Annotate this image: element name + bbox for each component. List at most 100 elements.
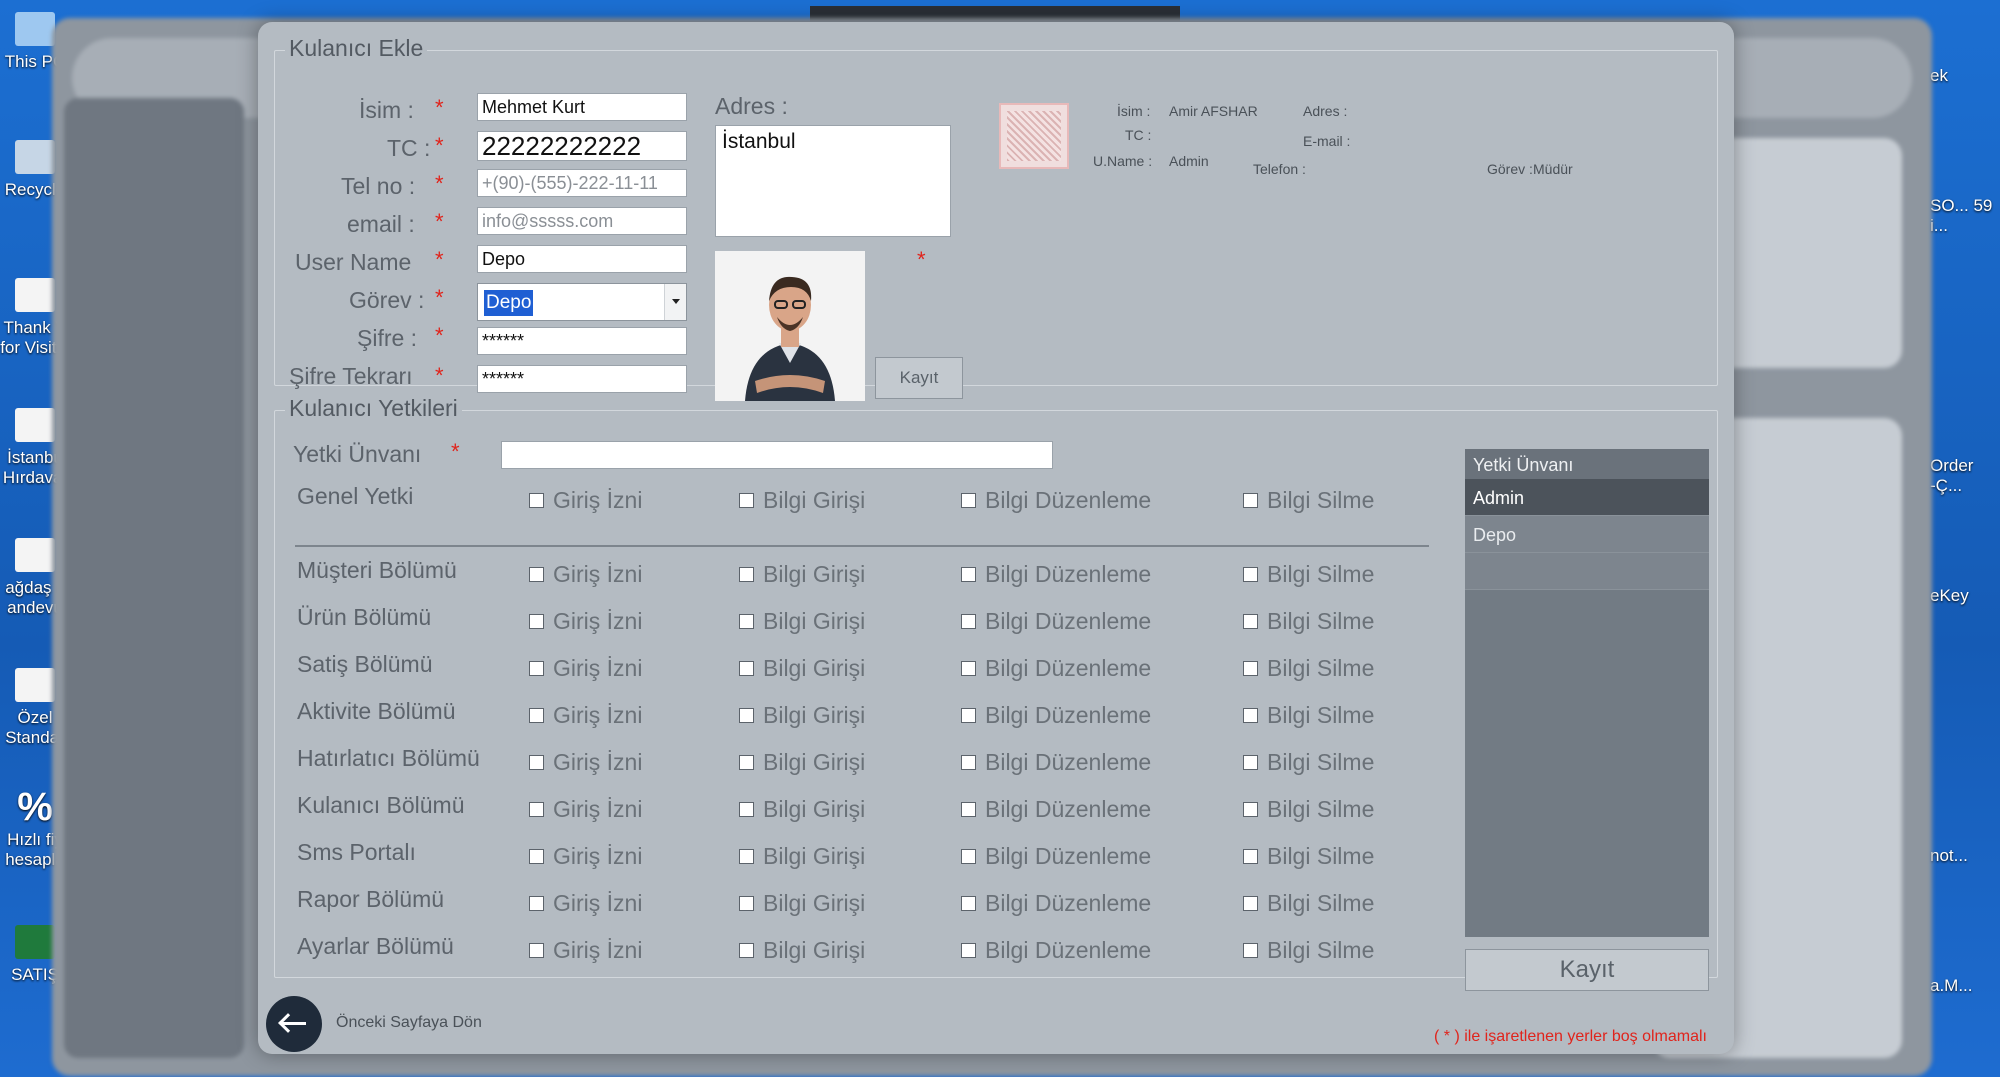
permission-checkbox-cell[interactable]: Bilgi Düzenleme: [961, 749, 1151, 776]
permission-checkbox-cell[interactable]: Bilgi Girişi: [739, 702, 865, 729]
user-photo[interactable]: [715, 251, 865, 401]
permission-checkbox-cell[interactable]: Giriş İzni: [529, 561, 642, 588]
checkbox[interactable]: [1243, 567, 1258, 582]
checkbox[interactable]: [529, 849, 544, 864]
checkbox[interactable]: [961, 708, 976, 723]
desktop-icon-right-3[interactable]: Order -Ç...: [1930, 456, 2000, 495]
checkbox[interactable]: [1243, 896, 1258, 911]
address-textarea[interactable]: İstanbul: [715, 125, 951, 237]
list-item-depo[interactable]: Depo: [1465, 516, 1709, 553]
permission-checkbox-cell[interactable]: Bilgi Düzenleme: [961, 843, 1151, 870]
permission-checkbox-cell[interactable]: Giriş İzni: [529, 749, 642, 776]
checkbox[interactable]: [739, 849, 754, 864]
tel-input[interactable]: +(90)-(555)-222-11-11: [477, 169, 687, 197]
permission-checkbox-cell[interactable]: Bilgi Düzenleme: [961, 561, 1151, 588]
username-input[interactable]: Depo: [477, 245, 687, 273]
general-bilgi-duzenleme[interactable]: Bilgi Düzenleme: [961, 487, 1151, 514]
checkbox[interactable]: [739, 567, 754, 582]
permission-checkbox-cell[interactable]: Giriş İzni: [529, 702, 642, 729]
permission-checkbox-cell[interactable]: Giriş İzni: [529, 655, 642, 682]
email-input[interactable]: info@sssss.com: [477, 207, 687, 235]
general-bilgi-girisi[interactable]: Bilgi Girişi: [739, 487, 865, 514]
checkbox[interactable]: [961, 567, 976, 582]
chevron-down-icon[interactable]: [664, 284, 686, 320]
checkbox[interactable]: [529, 755, 544, 770]
desktop-icon-right-4[interactable]: eKey: [1930, 586, 2000, 606]
permission-checkbox-cell[interactable]: Bilgi Girişi: [739, 749, 865, 776]
checkbox[interactable]: [739, 493, 754, 508]
desktop-icon-right-6[interactable]: a.M...: [1930, 976, 2000, 996]
permission-checkbox-cell[interactable]: Bilgi Düzenleme: [961, 796, 1151, 823]
permission-checkbox-cell[interactable]: Bilgi Silme: [1243, 890, 1374, 917]
permission-checkbox-cell[interactable]: Bilgi Girişi: [739, 843, 865, 870]
checkbox[interactable]: [1243, 849, 1258, 864]
name-input[interactable]: Mehmet Kurt: [477, 93, 687, 121]
permission-checkbox-cell[interactable]: Bilgi Düzenleme: [961, 890, 1151, 917]
role-select[interactable]: Depo: [477, 283, 687, 321]
list-item-admin[interactable]: Admin: [1465, 479, 1709, 516]
back-arrow-icon[interactable]: [266, 996, 322, 1052]
desktop-icon-right-1[interactable]: ek: [1930, 66, 2000, 86]
checkbox[interactable]: [961, 661, 976, 676]
permission-checkbox-cell[interactable]: Bilgi Silme: [1243, 843, 1374, 870]
checkbox[interactable]: [961, 614, 976, 629]
checkbox[interactable]: [1243, 614, 1258, 629]
checkbox[interactable]: [1243, 708, 1258, 723]
permission-checkbox-cell[interactable]: Bilgi Girişi: [739, 608, 865, 635]
permission-checkbox-cell[interactable]: Bilgi Silme: [1243, 561, 1374, 588]
checkbox[interactable]: [529, 802, 544, 817]
permission-checkbox-cell[interactable]: Bilgi Silme: [1243, 655, 1374, 682]
checkbox[interactable]: [1243, 493, 1258, 508]
checkbox[interactable]: [961, 896, 976, 911]
tc-input[interactable]: 22222222222: [477, 131, 687, 161]
checkbox[interactable]: [1243, 802, 1258, 817]
checkbox[interactable]: [529, 896, 544, 911]
checkbox[interactable]: [739, 755, 754, 770]
permission-checkbox-cell[interactable]: Bilgi Silme: [1243, 702, 1374, 729]
permission-checkbox-cell[interactable]: Giriş İzni: [529, 796, 642, 823]
permission-checkbox-cell[interactable]: Bilgi Girişi: [739, 890, 865, 917]
checkbox[interactable]: [961, 493, 976, 508]
checkbox[interactable]: [529, 567, 544, 582]
general-giris-izni[interactable]: Giriş İzni: [529, 487, 642, 514]
checkbox[interactable]: [961, 943, 976, 958]
permission-checkbox-cell[interactable]: Bilgi Silme: [1243, 937, 1374, 964]
checkbox[interactable]: [961, 849, 976, 864]
checkbox[interactable]: [529, 661, 544, 676]
desktop-icon-right-2[interactable]: SO... 59 i...: [1930, 196, 2000, 235]
checkbox[interactable]: [529, 614, 544, 629]
permission-checkbox-cell[interactable]: Bilgi Girişi: [739, 796, 865, 823]
permission-checkbox-cell[interactable]: Giriş İzni: [529, 608, 642, 635]
password-repeat-input[interactable]: ******: [477, 365, 687, 393]
checkbox[interactable]: [739, 943, 754, 958]
permissions-save-button[interactable]: Kayıt: [1465, 949, 1709, 991]
checkbox[interactable]: [529, 493, 544, 508]
checkbox[interactable]: [1243, 943, 1258, 958]
general-bilgi-silme[interactable]: Bilgi Silme: [1243, 487, 1374, 514]
permission-title-input[interactable]: [501, 441, 1053, 469]
permission-checkbox-cell[interactable]: Bilgi Girişi: [739, 561, 865, 588]
checkbox[interactable]: [1243, 661, 1258, 676]
checkbox[interactable]: [529, 708, 544, 723]
user-save-button[interactable]: Kayıt: [875, 357, 963, 399]
permission-checkbox-cell[interactable]: Bilgi Düzenleme: [961, 608, 1151, 635]
checkbox[interactable]: [529, 943, 544, 958]
checkbox[interactable]: [739, 661, 754, 676]
list-item-empty[interactable]: [1465, 553, 1709, 590]
permission-checkbox-cell[interactable]: Bilgi Girişi: [739, 655, 865, 682]
password-input[interactable]: ******: [477, 327, 687, 355]
permission-title-list[interactable]: Yetki Ünvanı Admin Depo: [1465, 449, 1709, 937]
permission-checkbox-cell[interactable]: Bilgi Girişi: [739, 937, 865, 964]
permission-checkbox-cell[interactable]: Giriş İzni: [529, 937, 642, 964]
permission-checkbox-cell[interactable]: Bilgi Düzenleme: [961, 702, 1151, 729]
permission-checkbox-cell[interactable]: Bilgi Silme: [1243, 608, 1374, 635]
checkbox[interactable]: [739, 896, 754, 911]
permission-checkbox-cell[interactable]: Bilgi Düzenleme: [961, 655, 1151, 682]
checkbox[interactable]: [739, 708, 754, 723]
checkbox[interactable]: [1243, 755, 1258, 770]
checkbox[interactable]: [739, 802, 754, 817]
permission-checkbox-cell[interactable]: Bilgi Silme: [1243, 796, 1374, 823]
permission-checkbox-cell[interactable]: Bilgi Silme: [1243, 749, 1374, 776]
permission-checkbox-cell[interactable]: Bilgi Düzenleme: [961, 937, 1151, 964]
checkbox[interactable]: [739, 614, 754, 629]
